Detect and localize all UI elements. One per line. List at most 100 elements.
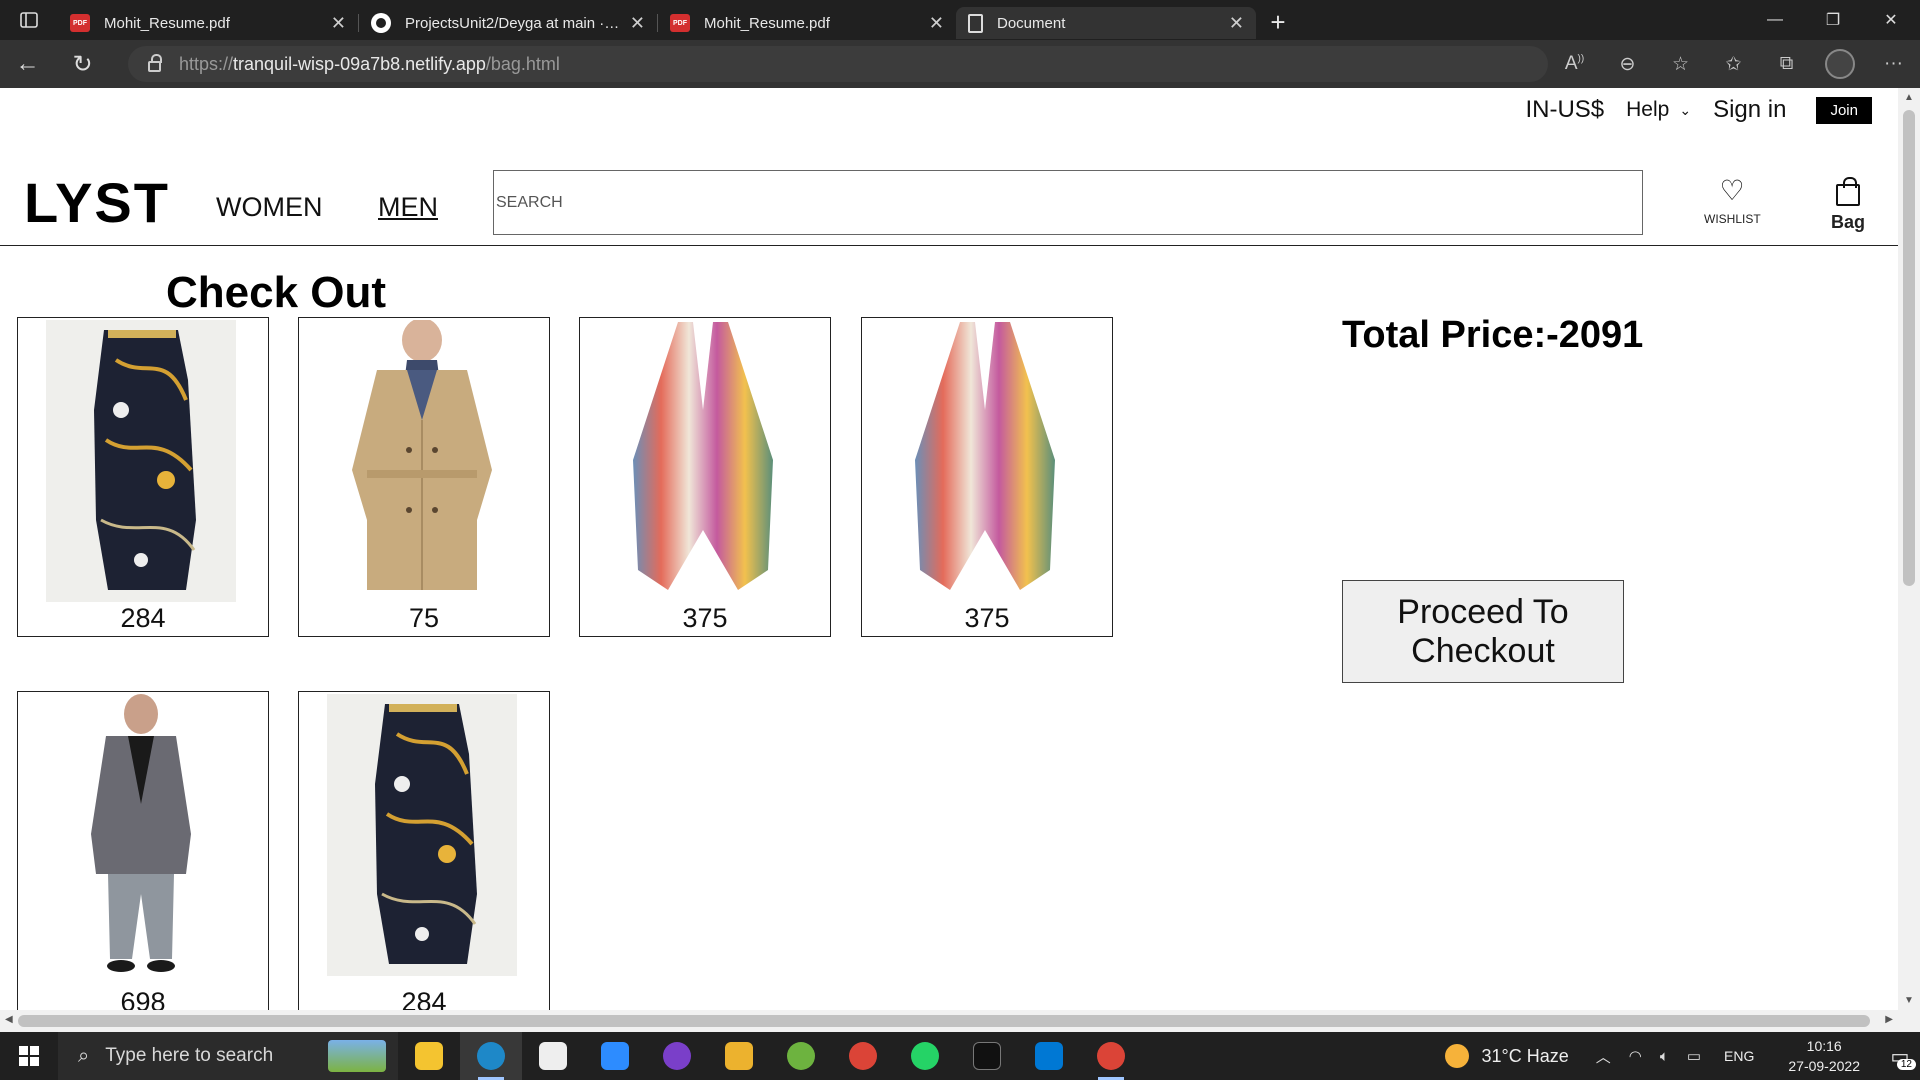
chevron-up-icon[interactable]: ︿ [1596,1046,1611,1067]
document-icon [968,13,983,33]
zoom-out-icon[interactable]: ⊖ [1601,53,1654,76]
notification-badge: 12 [1896,1059,1916,1070]
read-aloud-icon[interactable]: A)) [1548,53,1601,75]
search-highlight-icon [328,1040,386,1072]
weather-sun-icon [1445,1044,1470,1068]
tab-actions-icon[interactable] [0,0,58,40]
windows-taskbar: ⌕ Type here to search 31°C Haze ︿ ◠ 🔈︎ ▭… [0,1032,1920,1080]
volume-icon[interactable]: 🔈︎ [1660,1048,1669,1065]
product-price: 284 [120,603,166,633]
sign-in-link[interactable]: Sign in [1713,96,1786,124]
product-card[interactable]: 375 [861,317,1113,637]
join-button[interactable]: Join [1816,96,1872,124]
wishlist-link[interactable]: ♡ WISHLIST [1704,175,1761,227]
product-image-sarong-skirt [327,694,517,976]
scrollbar-thumb[interactable] [1903,110,1915,586]
close-icon[interactable]: ✕ [630,13,645,34]
slack-icon[interactable] [708,1032,770,1080]
product-price: 75 [408,603,440,633]
close-icon[interactable]: ✕ [331,13,346,34]
address-toolbar: ← ↻ https://tranquil-wisp-09a7b8.netlify… [0,40,1920,88]
bag-link[interactable]: Bag [1826,174,1870,233]
url-text[interactable]: https://tranquil-wisp-09a7b8.netlify.app… [179,54,560,75]
weather-widget[interactable]: 31°C Haze [1445,1044,1569,1068]
product-card[interactable]: 375 [579,317,831,637]
github-desktop-icon[interactable] [646,1032,708,1080]
page-title: Check Out [166,268,387,317]
product-card[interactable]: 284 [298,691,550,1021]
scroll-left-icon[interactable]: ◀ [5,1014,13,1025]
windows-logo-icon [19,1046,39,1066]
chrome-profile-icon[interactable] [1080,1032,1142,1080]
zoom-icon[interactable] [584,1032,646,1080]
refresh-icon[interactable]: ↻ [55,50,110,79]
restore-icon[interactable]: ❐ [1804,0,1862,40]
notification-center-icon[interactable]: ▭ 12 [1880,1032,1920,1080]
utility-bar: IN-US$ Help ⌄ Sign in Join [1503,96,1872,124]
taskbar-search[interactable]: ⌕ Type here to search [58,1032,398,1080]
url-bar[interactable]: https://tranquil-wisp-09a7b8.netlify.app… [128,46,1548,82]
chevron-down-icon: ⌄ [1679,101,1692,118]
product-price: 375 [964,603,1010,633]
help-menu[interactable]: Help ⌄ [1626,98,1691,122]
file-explorer-icon[interactable] [398,1032,460,1080]
favorites-icon[interactable]: ✩ [1707,53,1760,76]
product-card[interactable]: 284 [17,317,269,637]
window-controls: — ❐ ✕ [1746,0,1920,40]
proceed-to-checkout-button[interactable]: Proceed To Checkout [1342,580,1624,683]
nav-men[interactable]: MEN [378,192,438,223]
battery-icon[interactable]: ▭ [1687,1047,1701,1065]
profile-avatar[interactable] [1825,49,1855,79]
mail-icon[interactable] [522,1032,584,1080]
wifi-icon[interactable]: ◠ [1629,1047,1642,1065]
product-price: 375 [682,603,728,633]
browser-tab[interactable]: PDF Mohit_Resume.pdf ✕ [658,7,956,39]
vscode-icon[interactable] [1018,1032,1080,1080]
pdf-icon: PDF [70,14,90,32]
product-image-striped-poncho [890,320,1080,602]
product-image-grey-trench [46,694,236,976]
lock-icon[interactable] [148,54,162,72]
clock[interactable]: 10:16 27-09-2022 [1788,1036,1860,1076]
currency-selector[interactable]: IN-US$ [1525,96,1604,124]
collections-icon[interactable]: ⧉ [1760,53,1813,75]
search-icon: ⌕ [78,1044,90,1067]
more-options-icon[interactable]: ··· [1867,53,1920,75]
chrome-icon[interactable] [832,1032,894,1080]
scroll-down-icon[interactable]: ▼ [1904,995,1914,1006]
system-tray: 31°C Haze ︿ ◠ 🔈︎ ▭ ENG 10:16 27-09-2022 … [1445,1032,1920,1080]
windows-start-button[interactable] [0,1046,58,1066]
heart-icon: ♡ [1719,175,1745,206]
horizontal-scrollbar[interactable]: ◀ ▶ [0,1010,1920,1032]
close-window-icon[interactable]: ✕ [1862,0,1920,40]
browser-tab-active[interactable]: Document ✕ [956,7,1256,39]
back-arrow-icon[interactable]: ← [0,50,55,78]
product-card[interactable]: 698 [17,691,269,1021]
spring-tool-icon[interactable] [770,1032,832,1080]
scrollbar-thumb[interactable] [18,1015,1870,1027]
edge-browser-icon[interactable] [460,1032,522,1080]
add-favorite-icon[interactable]: ☆ [1654,53,1707,76]
vertical-scrollbar[interactable]: ▲ ▼ [1898,88,1920,1010]
scroll-up-icon[interactable]: ▲ [1904,92,1914,103]
close-icon[interactable]: ✕ [929,13,944,34]
close-icon[interactable]: ✕ [1229,13,1244,34]
minimize-icon[interactable]: — [1746,0,1804,40]
whatsapp-icon[interactable] [894,1032,956,1080]
mysql-icon[interactable] [956,1032,1018,1080]
pdf-icon: PDF [670,14,690,32]
site-logo[interactable]: LYST [24,170,170,235]
total-price: Total Price:-2091 [1342,314,1644,356]
product-image-sarong-skirt [46,320,236,602]
shopping-bag-icon [1836,177,1860,206]
scroll-right-icon[interactable]: ▶ [1885,1014,1893,1025]
nav-women[interactable]: WOMEN [216,192,322,223]
search-input[interactable] [493,170,1643,235]
browser-tab[interactable]: ProjectsUnit2/Deyga at main · Im ✕ [359,7,657,39]
language-indicator[interactable]: ENG [1724,1048,1754,1064]
browser-tab[interactable]: PDF Mohit_Resume.pdf ✕ [58,7,358,39]
new-tab-button[interactable]: + [1256,7,1300,38]
main-navigation: LYST WOMEN MEN ♡ WISHLIST Bag [0,164,1898,246]
browser-tab-strip: PDF Mohit_Resume.pdf ✕ ProjectsUnit2/Dey… [0,0,1920,40]
product-card[interactable]: 75 [298,317,550,637]
